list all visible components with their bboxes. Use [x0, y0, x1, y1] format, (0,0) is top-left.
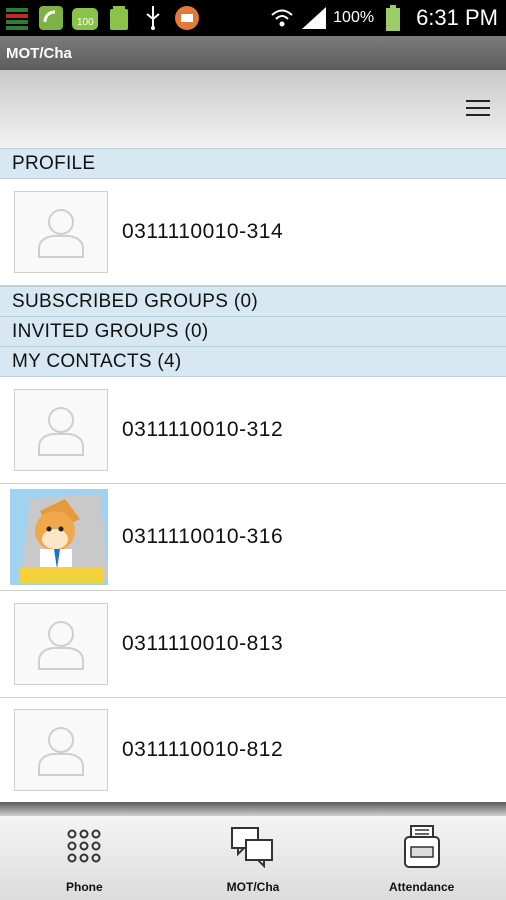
bottom-tab-bar: Phone MOT/Cha Attendance [0, 816, 506, 900]
tab-phone[interactable]: Phone [0, 816, 169, 900]
clock: 6:31 PM [416, 5, 498, 30]
avatar [10, 489, 108, 585]
person-placeholder-icon [38, 621, 84, 670]
avatar [14, 191, 108, 273]
tab-label: MOT/Cha [226, 880, 280, 894]
person-placeholder-icon [38, 727, 84, 776]
tab-motcha[interactable]: MOT/Cha [169, 816, 338, 900]
avatar [14, 603, 108, 685]
tabbar-divider [0, 802, 506, 816]
usb-icon [140, 5, 166, 31]
app-header [0, 70, 506, 148]
contact-row[interactable]: 0311110010-312 [0, 377, 506, 484]
dog-character-avatar-icon [10, 489, 108, 585]
timecard-icon [398, 824, 446, 870]
contact-row[interactable]: 0311110010-812 [0, 698, 506, 803]
contact-name: 0311110010-812 [122, 738, 284, 761]
contact-name: 0311110010-316 [122, 525, 284, 548]
battery-percent: 100% [333, 9, 375, 26]
contact-row[interactable]: 0311110010-316 [0, 484, 506, 591]
wifi-icon [269, 5, 295, 31]
person-placeholder-icon [38, 209, 84, 258]
svg-text:100: 100 [77, 17, 94, 28]
phone-app-icon [38, 5, 64, 31]
my-contacts-header[interactable]: MY CONTACTS (4) [0, 346, 506, 377]
person-placeholder-icon [38, 407, 84, 456]
section-label: PROFILE [12, 152, 96, 174]
section-label: SUBSCRIBED GROUPS (0) [12, 290, 258, 312]
profile-row[interactable]: 0311110010-314 [0, 179, 506, 286]
contact-name: 0311110010-813 [122, 632, 284, 655]
window-title-bar: MOT/Cha [0, 36, 506, 70]
signal-meter-icon [4, 5, 30, 31]
tab-label: Attendance [389, 880, 455, 894]
app-notification-icon [174, 5, 200, 31]
dialpad-icon [60, 824, 108, 870]
battery-small-icon [106, 5, 132, 31]
contact-name: 0311110010-312 [122, 418, 284, 441]
section-label: MY CONTACTS (4) [12, 350, 182, 372]
tab-label: Phone [66, 880, 103, 894]
chat-bubbles-icon [229, 824, 277, 870]
status-bar: 100 100% 6:31 PM [0, 0, 506, 36]
section-label: INVITED GROUPS (0) [12, 320, 209, 342]
battery-icon [380, 5, 406, 31]
contact-row[interactable]: 0311110010-813 [0, 591, 506, 698]
menu-button[interactable] [466, 100, 490, 120]
avatar [14, 709, 108, 791]
cell-signal-icon [301, 5, 327, 31]
profile-section-header[interactable]: PROFILE [0, 148, 506, 179]
subscribed-groups-header[interactable]: SUBSCRIBED GROUPS (0) [0, 286, 506, 317]
profile-name: 0311110010-314 [122, 220, 284, 243]
invited-groups-header[interactable]: INVITED GROUPS (0) [0, 316, 506, 347]
window-title: MOT/Cha [6, 44, 72, 62]
frog-badge-icon: 100 [72, 5, 98, 31]
avatar [14, 389, 108, 471]
tab-attendance[interactable]: Attendance [337, 816, 506, 900]
menu-icon [466, 100, 490, 102]
